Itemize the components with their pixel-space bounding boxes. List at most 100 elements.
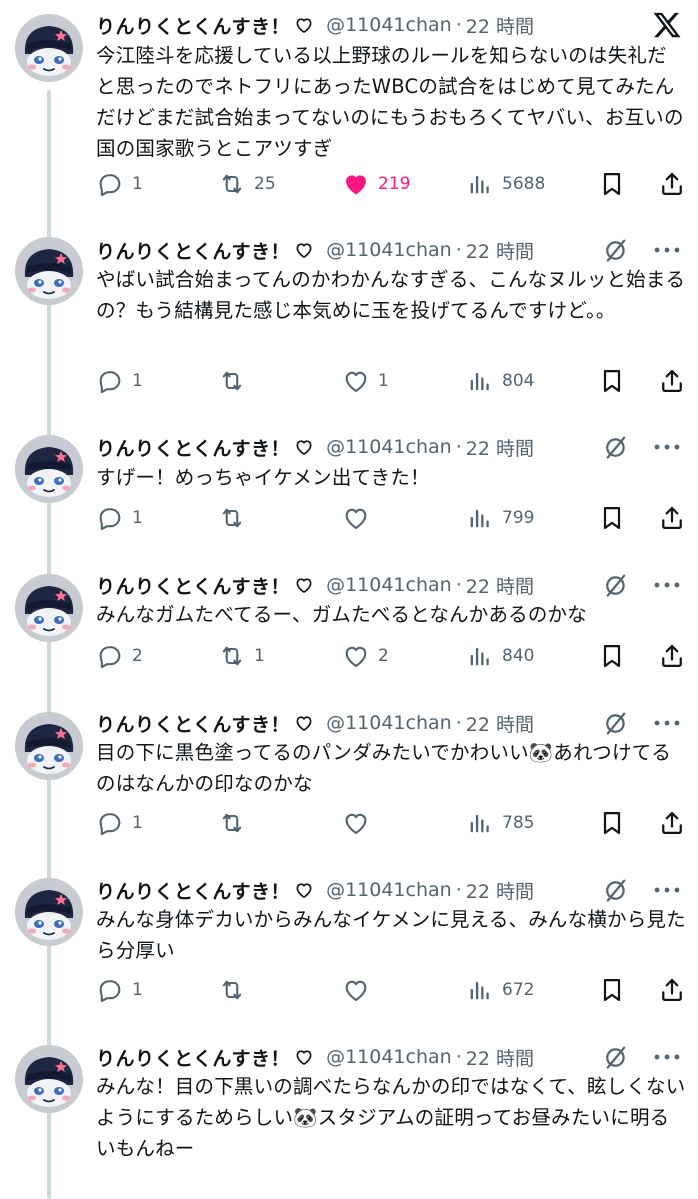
author-name[interactable]: りんりくとくんすき！ <box>96 434 290 461</box>
avatar[interactable] <box>15 14 83 82</box>
reply-button[interactable]: 1 <box>96 367 218 395</box>
share-button[interactable] <box>658 367 686 395</box>
share-icon <box>658 809 686 837</box>
author-handle[interactable]: @11041chan <box>326 1046 452 1068</box>
share-button[interactable] <box>658 170 686 198</box>
like-button[interactable] <box>342 976 466 1004</box>
analytics-bars-icon <box>466 976 494 1004</box>
timestamp[interactable]: 22 時間 <box>466 1044 534 1071</box>
tweet-actions: 2 1 2 840 <box>96 639 686 673</box>
tweet-header: りんりくとくんすき！ @11041chan · 22 時間 <box>96 1043 534 1071</box>
share-button[interactable] <box>658 504 686 532</box>
analytics-bars-icon <box>466 642 494 670</box>
bookmark-button[interactable] <box>598 367 658 395</box>
repost-icon <box>218 504 246 532</box>
grok-icon[interactable] <box>602 1043 630 1071</box>
author-handle[interactable]: @11041chan <box>326 574 452 596</box>
views-button[interactable]: 785 <box>466 809 598 837</box>
like-button[interactable]: 1 <box>342 367 466 395</box>
tweet-header: りんりくとくんすき！ @11041chan · 22 時間 <box>96 709 534 737</box>
reply-icon <box>96 976 124 1004</box>
like-count: 1 <box>378 371 389 391</box>
like-button[interactable]: 2 <box>342 642 466 670</box>
reply-button[interactable]: 1 <box>96 504 218 532</box>
like-button[interactable] <box>342 504 466 532</box>
reply-button[interactable]: 1 <box>96 976 218 1004</box>
views-button[interactable]: 672 <box>466 976 598 1004</box>
bookmark-icon <box>598 809 626 837</box>
avatar[interactable] <box>15 435 83 503</box>
repost-button[interactable]: 1 <box>218 642 342 670</box>
avatar[interactable] <box>15 878 83 946</box>
author-name[interactable]: りんりくとくんすき！ <box>96 877 290 904</box>
more-options-icon[interactable] <box>652 442 682 452</box>
grok-icon[interactable] <box>602 709 630 737</box>
author-handle[interactable]: @11041chan <box>326 712 452 734</box>
bookmark-button[interactable] <box>598 809 658 837</box>
more-options-icon[interactable] <box>652 245 682 255</box>
share-button[interactable] <box>658 976 686 1004</box>
author-name[interactable]: りんりくとくんすき！ <box>96 237 290 264</box>
view-count: 799 <box>502 508 535 528</box>
views-button[interactable]: 799 <box>466 504 598 532</box>
author-handle[interactable]: @11041chan <box>326 436 452 458</box>
grok-icon[interactable] <box>602 571 630 599</box>
timestamp[interactable]: 22 時間 <box>466 877 534 904</box>
grok-icon[interactable] <box>602 236 630 264</box>
reply-button[interactable]: 2 <box>96 642 218 670</box>
avatar[interactable] <box>15 237 83 305</box>
header-right <box>602 236 682 264</box>
share-button[interactable] <box>658 642 686 670</box>
more-options-icon[interactable] <box>652 718 682 728</box>
timestamp[interactable]: 22 時間 <box>466 710 534 737</box>
bookmark-button[interactable] <box>598 504 658 532</box>
bookmark-button[interactable] <box>598 170 658 198</box>
avatar[interactable] <box>15 712 83 780</box>
more-options-icon[interactable] <box>652 580 682 590</box>
avatar[interactable] <box>15 574 83 642</box>
header-right <box>652 10 682 44</box>
repost-button[interactable] <box>218 367 342 395</box>
tweet-header: りんりくとくんすき！ @11041chan · 22 時間 <box>96 433 534 461</box>
share-button[interactable] <box>658 809 686 837</box>
author-handle[interactable]: @11041chan <box>326 879 452 901</box>
repost-icon <box>218 642 246 670</box>
repost-button[interactable]: 25 <box>218 170 342 198</box>
author-name[interactable]: りんりくとくんすき！ <box>96 1044 290 1071</box>
repost-button[interactable] <box>218 809 342 837</box>
author-handle[interactable]: @11041chan <box>326 14 452 36</box>
analytics-bars-icon <box>466 504 494 532</box>
timestamp[interactable]: 22 時間 <box>466 237 534 264</box>
views-button[interactable]: 804 <box>466 367 598 395</box>
more-options-icon[interactable] <box>652 885 682 895</box>
avatar[interactable] <box>15 1045 83 1113</box>
author-name[interactable]: りんりくとくんすき！ <box>96 572 290 599</box>
bookmark-button[interactable] <box>598 642 658 670</box>
like-button[interactable] <box>342 809 466 837</box>
view-count: 672 <box>502 980 535 1000</box>
timestamp[interactable]: 22 時間 <box>466 12 534 39</box>
header-right <box>602 709 682 737</box>
author-handle[interactable]: @11041chan <box>326 239 452 261</box>
like-button[interactable]: 219 <box>342 170 466 198</box>
more-options-icon[interactable] <box>652 1052 682 1062</box>
header-right <box>602 1043 682 1071</box>
tweet-text: 今江陸斗を応援している以上野球のルールを知らないのは失礼だと思ったのでネトフリに… <box>96 44 684 160</box>
timestamp[interactable]: 22 時間 <box>466 572 534 599</box>
repost-button[interactable] <box>218 504 342 532</box>
bookmark-button[interactable] <box>598 976 658 1004</box>
views-button[interactable]: 5688 <box>466 170 598 198</box>
heart-icon <box>342 809 370 837</box>
author-name[interactable]: りんりくとくんすき！ <box>96 12 290 39</box>
timestamp[interactable]: 22 時間 <box>466 434 534 461</box>
reply-button[interactable]: 1 <box>96 170 218 198</box>
views-button[interactable]: 840 <box>466 642 598 670</box>
grok-icon[interactable] <box>602 876 630 904</box>
heart-outline-icon <box>294 880 314 900</box>
author-name[interactable]: りんりくとくんすき！ <box>96 710 290 737</box>
repost-button[interactable] <box>218 976 342 1004</box>
grok-icon[interactable] <box>602 433 630 461</box>
header-right <box>602 433 682 461</box>
reply-button[interactable]: 1 <box>96 809 218 837</box>
x-logo-icon[interactable] <box>652 10 682 44</box>
